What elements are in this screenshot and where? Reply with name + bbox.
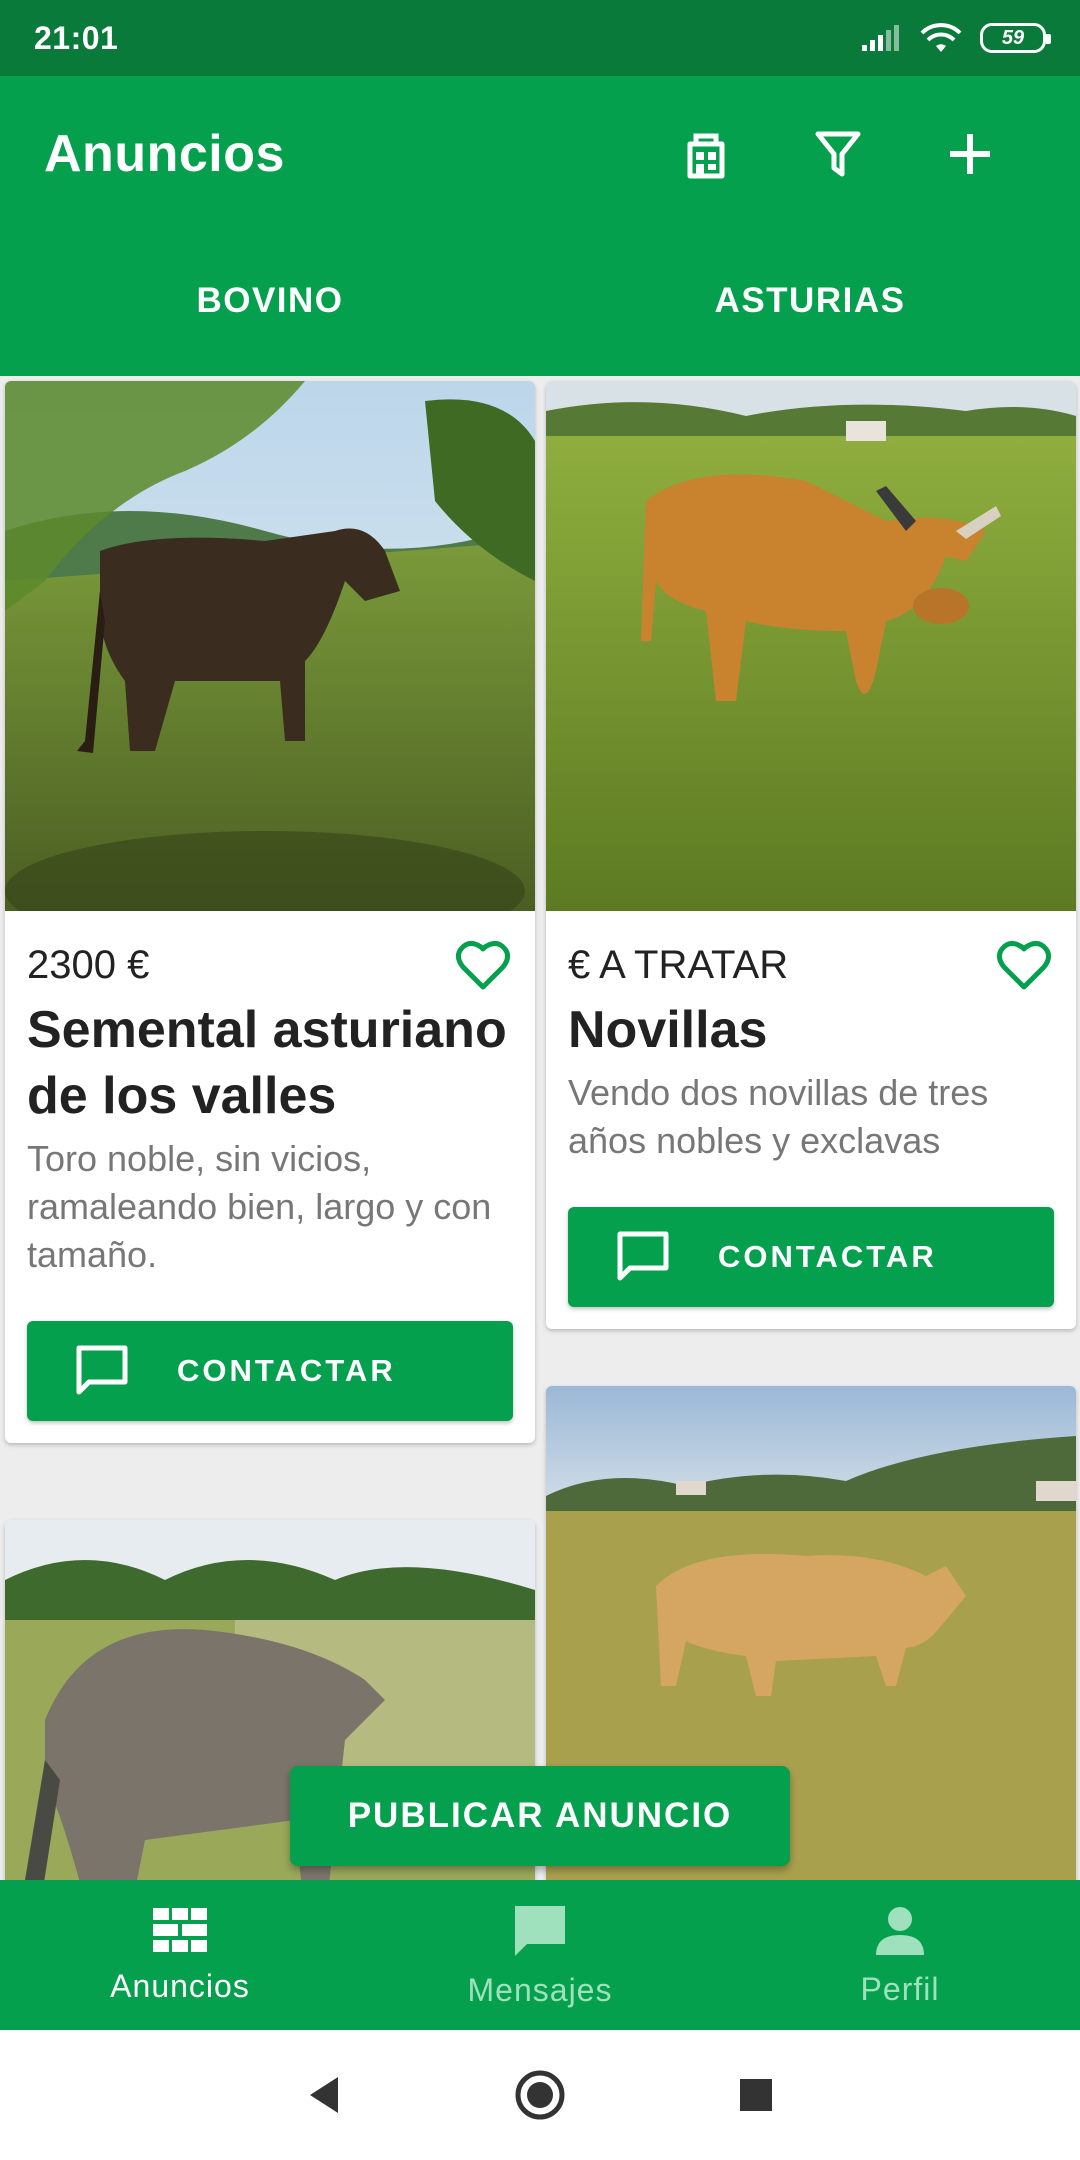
bottom-navigation: Anuncios Mensajes Perfil (0, 1880, 1080, 2030)
nav-item-mensajes[interactable]: Mensajes (360, 1880, 720, 2030)
status-icons: 59 (860, 22, 1051, 54)
listing-card[interactable]: € A TRATAR Novillas Vendo dos novillas d… (546, 381, 1076, 1329)
favorite-button[interactable] (994, 935, 1054, 995)
listing-card[interactable]: 2300 € Semental asturiano de los valles … (5, 381, 535, 1443)
publish-listing-button[interactable]: PUBLICAR ANUNCIO (290, 1766, 790, 1866)
heart-icon (455, 941, 511, 990)
listing-title: Semental asturiano de los valles (27, 1001, 507, 1125)
chat-icon (515, 1905, 565, 1956)
filter-icon (815, 131, 861, 177)
battery-icon: 59 (980, 23, 1051, 53)
app-bar: Anuncios (0, 76, 1080, 232)
status-time: 21:01 (34, 19, 119, 56)
system-nav-bar (0, 2030, 1080, 2160)
listing-price: € A TRATAR (568, 942, 789, 987)
listing-title: Novillas (568, 1001, 768, 1059)
nav-label-anuncios: Anuncios (110, 1967, 250, 2004)
recents-icon[interactable] (736, 2075, 776, 2115)
contact-button[interactable]: CONTACTAR (568, 1207, 1054, 1307)
heart-icon (996, 941, 1052, 990)
nav-item-anuncios[interactable]: Anuncios (0, 1880, 360, 2030)
chat-icon (27, 1342, 177, 1400)
wifi-icon (920, 23, 962, 52)
favorite-button[interactable] (453, 935, 513, 995)
add-icon (950, 134, 990, 174)
filter-button[interactable] (772, 104, 904, 204)
listing-photo[interactable] (546, 381, 1076, 911)
chat-icon (568, 1228, 718, 1286)
status-bar: 21:01 59 (0, 0, 1080, 76)
page-title: Anuncios (44, 125, 285, 183)
add-button[interactable] (904, 104, 1036, 204)
store-button[interactable] (640, 104, 772, 204)
filter-tabs: BOVINO ASTURIAS (0, 232, 1080, 376)
back-icon[interactable] (304, 2073, 344, 2117)
tab-region[interactable]: ASTURIAS (540, 232, 1080, 376)
contact-button-label: CONTACTAR (718, 1239, 937, 1274)
battery-level: 59 (1001, 26, 1025, 49)
home-icon[interactable] (514, 2069, 566, 2121)
contact-button[interactable]: CONTACTAR (27, 1321, 513, 1421)
tab-species[interactable]: BOVINO (0, 232, 540, 376)
nav-item-perfil[interactable]: Perfil (720, 1880, 1080, 2030)
listing-body: € A TRATAR Novillas Vendo dos novillas d… (546, 911, 1076, 1329)
store-icon (687, 133, 725, 179)
listings-grid-icon (153, 1907, 207, 1952)
listing-photo[interactable] (5, 381, 535, 911)
signal-icon (862, 25, 899, 51)
person-icon (876, 1906, 924, 1955)
listing-photo-image (546, 381, 1076, 911)
app-screen: 21:01 59 Anuncios BOVINO ASTURIAS 2300 €… (0, 0, 1080, 2160)
contact-button-label: CONTACTAR (177, 1353, 396, 1388)
nav-label-perfil: Perfil (860, 1970, 940, 2007)
app-bar-actions (640, 104, 1036, 204)
listing-description: Toro noble, sin vicios, ramaleando bien,… (27, 1138, 492, 1275)
listing-photo-image (5, 381, 535, 911)
nav-label-mensajes: Mensajes (467, 1971, 613, 2008)
listing-grid[interactable]: 2300 € Semental asturiano de los valles … (0, 376, 1080, 1880)
listing-body: 2300 € Semental asturiano de los valles … (5, 911, 535, 1443)
listing-price: 2300 € (27, 942, 150, 987)
listing-description: Vendo dos novillas de tres años nobles y… (568, 1072, 989, 1161)
